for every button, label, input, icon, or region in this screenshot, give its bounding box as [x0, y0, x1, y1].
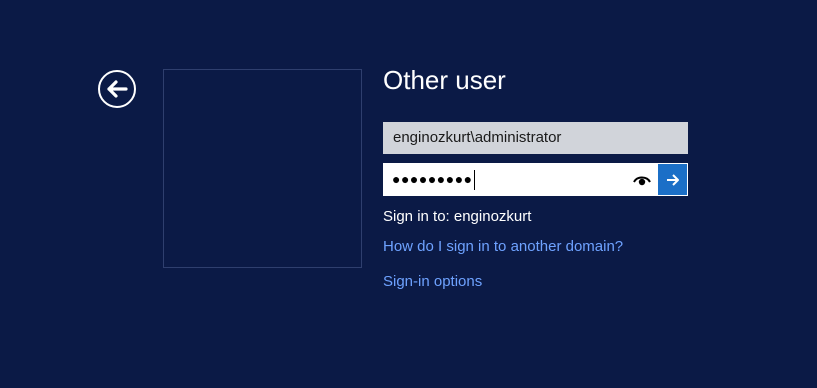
back-button[interactable] [98, 70, 136, 108]
password-field[interactable]: ●●●●●●●●● [384, 164, 626, 195]
password-row: ●●●●●●●●● [383, 163, 688, 196]
submit-button[interactable] [658, 164, 687, 195]
domain-help-link[interactable]: How do I sign in to another domain? [383, 238, 623, 255]
user-avatar-tile [163, 69, 362, 268]
eye-icon [633, 176, 651, 185]
arrow-right-icon [666, 173, 679, 186]
sign-in-domain-text: Sign in to: enginozkurt [383, 208, 532, 225]
text-caret [473, 170, 475, 191]
sign-in-options-link[interactable]: Sign-in options [383, 273, 482, 290]
lock-screen: Other user enginozkurt\administrator ●●●… [0, 0, 817, 388]
reveal-password-button[interactable] [626, 164, 658, 195]
page-title: Other user [383, 65, 506, 95]
username-field[interactable]: enginozkurt\administrator [383, 122, 688, 154]
back-arrow-icon [107, 80, 128, 98]
password-masked-value: ●●●●●●●●● [392, 171, 473, 187]
